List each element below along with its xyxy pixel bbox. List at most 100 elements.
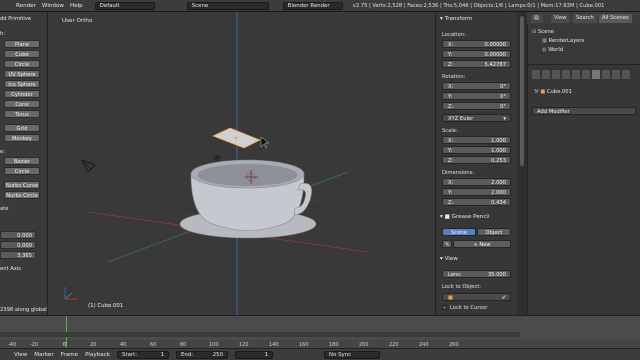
field-key: Y:	[448, 148, 453, 154]
3d-viewport[interactable]: User Ortho (1) Cube.001	[48, 12, 435, 315]
outliner-renderlayers-row[interactable]: ▦ RenderLayers	[542, 38, 584, 44]
grease-object-button[interactable]: Object	[477, 228, 511, 236]
render-tab-icon[interactable]	[532, 70, 540, 79]
current-frame-value: 1	[264, 351, 269, 358]
field-value: 0°	[500, 104, 506, 110]
lock-to-cursor-row[interactable]: Lock to Cursor	[442, 305, 487, 311]
add-uv-sphere-button[interactable]: UV Sphere	[4, 70, 40, 78]
operator-value-y[interactable]: 0.000	[0, 241, 36, 249]
checkbox-icon[interactable]: ■	[445, 214, 452, 220]
scene-dropdown[interactable]: Scene	[186, 1, 269, 10]
layout-dropdown[interactable]: Default	[94, 1, 155, 10]
scrollbar-thumb[interactable]	[520, 16, 524, 166]
timeline-menu-marker[interactable]: Marker	[34, 352, 53, 358]
add-plane-button[interactable]: Plane	[4, 40, 40, 48]
operator-value-z[interactable]: 3.365	[0, 251, 36, 259]
rotation-x-field[interactable]: X: 0°	[442, 82, 511, 90]
add-monkey-button[interactable]: Monkey	[4, 134, 40, 142]
constraints-tab-icon[interactable]	[582, 70, 590, 79]
add-cube-button[interactable]: Cube	[4, 50, 40, 58]
outliner-menu-icon[interactable]: ▤	[531, 14, 543, 23]
operator-value-x[interactable]: 0.000	[0, 231, 36, 239]
rotation-mode-dropdown[interactable]: XYZ Euler ▾	[442, 114, 511, 122]
render-engine-dropdown[interactable]: Blender Render	[282, 1, 343, 10]
grease-pencil-header[interactable]: ▾ ■ Grease Pencil	[440, 214, 490, 220]
lens-field[interactable]: Lens: 35.000	[442, 270, 511, 278]
dimensions-z-field[interactable]: Z: 0.434	[442, 198, 511, 206]
scale-y-field[interactable]: Y: 1.000	[442, 146, 511, 154]
add-cone-button[interactable]: Cone	[4, 100, 40, 108]
location-y-field[interactable]: Y: 0.00000	[442, 50, 511, 58]
material-tab-icon[interactable]	[612, 70, 620, 79]
start-frame-field[interactable]: Start: 1	[117, 350, 170, 359]
add-circle-button[interactable]: Circle	[4, 60, 40, 68]
timeline-menu-view[interactable]: View	[14, 352, 27, 358]
timeline-area[interactable]: -40 -20 0 20 40 60 80 100 120 140 160 18…	[0, 315, 640, 349]
checkbox-icon[interactable]	[442, 305, 447, 310]
operator-label: ate	[0, 206, 9, 212]
dimensions-label: Dimensions:	[442, 170, 475, 176]
grease-new-button[interactable]: + New	[453, 240, 511, 248]
add-modifier-dropdown[interactable]: Add Modifier	[532, 107, 636, 115]
current-frame-field[interactable]: 1	[235, 350, 274, 359]
render-engine-name: Blender Render	[287, 2, 330, 9]
field-key: Z:	[448, 158, 454, 164]
tab-all-scenes[interactable]: All Scenes	[599, 14, 632, 23]
add-torus-button[interactable]: Torus	[4, 110, 40, 118]
outliner-world-label: World	[548, 47, 564, 53]
properties-scrollbar[interactable]	[517, 12, 527, 315]
field-key: Z:	[448, 62, 454, 68]
field-value: 0.434	[491, 200, 506, 206]
field-key: X:	[448, 84, 454, 90]
modifiers-tab-icon[interactable]	[592, 70, 600, 79]
add-cylinder-button[interactable]: Cylinder	[4, 90, 40, 98]
texture-tab-icon[interactable]	[622, 70, 630, 79]
add-nurbs-circle-button[interactable]: Nurbs Circle	[4, 191, 40, 199]
world-tab-icon[interactable]	[562, 70, 570, 79]
object-tab-icon[interactable]	[572, 70, 580, 79]
layers-tab-icon[interactable]	[542, 70, 550, 79]
sync-mode-dropdown[interactable]: No Sync	[324, 350, 381, 359]
menu-render[interactable]: Render	[16, 3, 36, 9]
timeline-scrollbar[interactable]	[0, 332, 520, 337]
add-ico-sphere-button[interactable]: Ico Sphere	[4, 80, 40, 88]
outliner-scene-label: Scene	[538, 29, 554, 35]
grease-pencil-icon[interactable]: ✎	[442, 240, 452, 248]
grease-scene-button[interactable]: Scene	[442, 228, 476, 236]
rotation-y-field[interactable]: Y: 0°	[442, 92, 511, 100]
scale-z-field[interactable]: Z: 0.253	[442, 156, 511, 164]
add-curve-circle-button[interactable]: Circle	[4, 167, 40, 175]
transform-header[interactable]: ▾ Transform	[440, 16, 472, 22]
rotation-z-field[interactable]: Z: 0°	[442, 102, 511, 110]
tab-search[interactable]: Search	[573, 14, 597, 23]
operator-status: 2398 along global Z	[0, 307, 52, 313]
curve-label: e:	[0, 149, 5, 155]
menu-window[interactable]: Window	[42, 3, 64, 9]
add-bezier-button[interactable]: Bezier	[4, 157, 40, 165]
location-z-field[interactable]: Z: 5.42787	[442, 60, 511, 68]
tool-shelf: dd Primitive h: Plane Cube Circle UV Sph…	[0, 12, 52, 315]
scene-tab-icon[interactable]	[552, 70, 560, 79]
eyedropper-icon[interactable]: ✐	[502, 294, 506, 302]
lock-object-field[interactable]: ■ ✐	[442, 293, 511, 301]
dimensions-x-field[interactable]: X: 2.000	[442, 178, 511, 186]
menu-help[interactable]: Help	[70, 3, 83, 9]
scene-name: Scene	[191, 2, 209, 9]
end-frame-field[interactable]: End: 250	[176, 350, 229, 359]
scale-x-field[interactable]: X: 1.000	[442, 136, 511, 144]
new-label: New	[479, 242, 491, 248]
tab-view[interactable]: View	[551, 14, 570, 23]
timeline-menu-playback[interactable]: Playback	[85, 352, 110, 358]
field-value: 1.000	[491, 148, 506, 154]
view-header[interactable]: ▾ View	[440, 256, 458, 262]
outliner-world-row[interactable]: ◍ World	[542, 47, 563, 53]
field-value: 1.000	[491, 138, 506, 144]
add-grid-button[interactable]: Grid	[4, 124, 40, 132]
add-nurbs-curve-button[interactable]: Nurbs Curve	[4, 181, 40, 189]
dimensions-y-field[interactable]: Y: 2.000	[442, 188, 511, 196]
field-key: X:	[448, 138, 454, 144]
data-tab-icon[interactable]	[602, 70, 610, 79]
outliner-scene-row[interactable]: ⊟ Scene	[532, 29, 554, 35]
timeline-menu-frame[interactable]: Frame	[61, 352, 78, 358]
location-x-field[interactable]: X: 0.00000	[442, 40, 511, 48]
